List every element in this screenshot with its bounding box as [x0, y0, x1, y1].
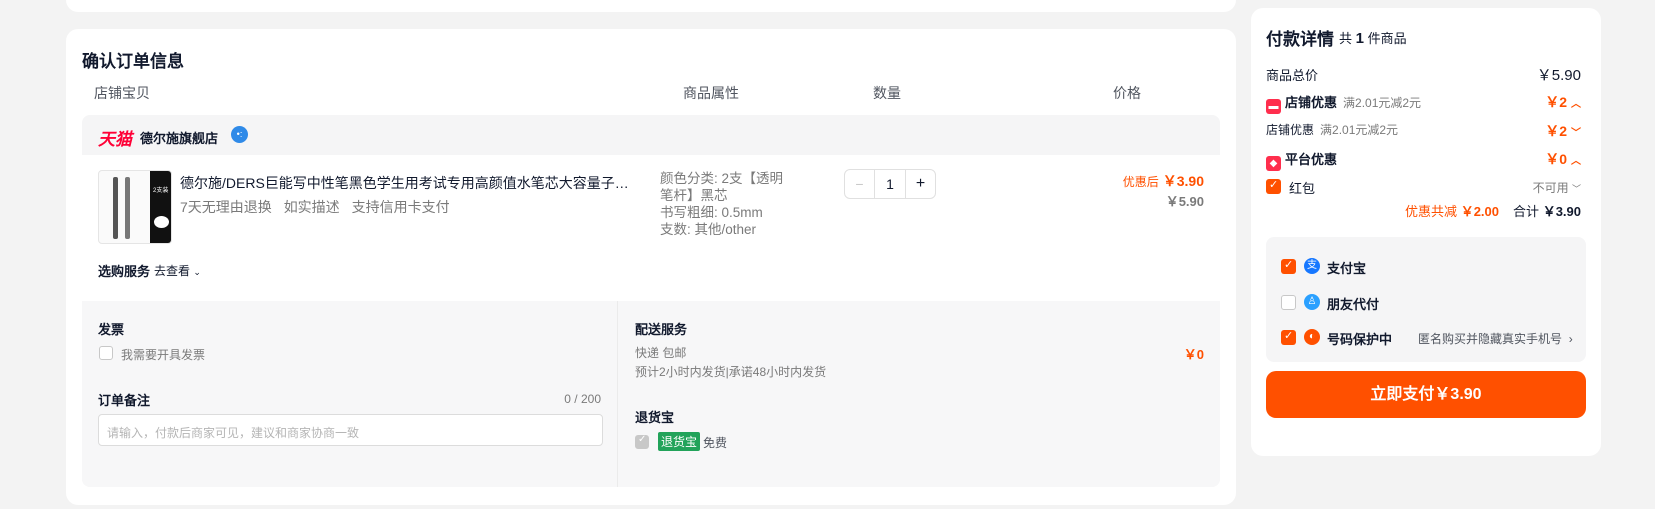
pay-now-button[interactable]: 立即支付￥3.90: [1266, 371, 1586, 418]
order-item-row: 2支装 德尔施/DERS巨能写中性笔黑色学生用考试专用高颜值水笔芯大容量子弹头……: [82, 155, 1220, 301]
delivery-panel: 配送服务 快递 包邮 预计2小时内发货|承诺48小时内发货 ￥0 退货宝 退货宝…: [619, 301, 1220, 487]
chevron-up-icon: ︿: [1571, 156, 1581, 167]
invoice-checkbox-label: 我需要开具发票: [121, 348, 206, 362]
column-header-qty: 数量: [873, 85, 901, 101]
total-label: 商品总价: [1266, 68, 1319, 83]
alipay-checkbox[interactable]: [1281, 258, 1296, 274]
red-packet-checkbox[interactable]: [1266, 178, 1281, 194]
shop-header: 天猫 德尔施旗舰店 •:: [82, 115, 1220, 155]
quantity-stepper: − 1 +: [844, 169, 936, 199]
column-header-item: 店铺宝贝: [94, 85, 150, 101]
product-title-link[interactable]: 德尔施/DERS巨能写中性笔黑色学生用考试专用高颜值水笔芯大容量子弹头…: [180, 173, 640, 193]
delivery-title: 配送服务: [635, 322, 688, 337]
friend-pay-checkbox[interactable]: [1281, 295, 1296, 310]
number-protect-note[interactable]: 匿名购买并隐藏真实手机号 ›: [1418, 330, 1573, 347]
previous-section-card: [66, 0, 1236, 12]
friend-pay-icon: ♙: [1304, 294, 1320, 310]
sum-summary: 合计 ￥3.90: [1513, 204, 1581, 219]
number-protect-checkbox[interactable]: [1281, 329, 1296, 345]
alipay-label: 支付宝: [1327, 261, 1367, 276]
platform-discount-row[interactable]: ◆ 平台优惠: [1266, 149, 1337, 171]
shop-discount-sub-value[interactable]: ￥2 ﹀: [1545, 121, 1581, 141]
payment-title: 付款详情: [1266, 30, 1334, 49]
chat-icon[interactable]: •:: [231, 126, 248, 143]
chevron-down-icon: ⌄: [193, 267, 201, 277]
invoice-title: 发票: [98, 322, 125, 337]
shop-discount-sub-row: 店铺优惠 满2.01元减2元: [1266, 123, 1399, 137]
tag: 支持信用卡支付: [351, 199, 450, 215]
product-service-tags: 7天无理由退换 如实描述 支持信用卡支付: [180, 197, 458, 217]
saved-summary: 优惠共减 ￥2.00: [1405, 204, 1499, 219]
tuihuobao-title: 退货宝: [635, 410, 675, 425]
platform-discount-value[interactable]: ￥0 ︿: [1545, 149, 1581, 169]
delivery-note: 预计2小时内发货|承诺48小时内发货: [635, 365, 827, 379]
number-protect-label: 号码保护中: [1327, 332, 1393, 347]
payment-details-card: 付款详情 共 1 件商品 商品总价 ￥5.90 ▬ 店铺优惠 满2.01元减2元 ￥…: [1251, 8, 1601, 456]
red-packet-label: 红包: [1289, 181, 1316, 196]
column-header-attrs: 商品属性: [683, 85, 739, 101]
delivery-price: ￥0: [1183, 347, 1204, 362]
tuihuobao-badge: 退货宝: [658, 432, 701, 451]
service-view-link[interactable]: 去查看 ⌄: [154, 262, 201, 279]
tag: 7天无理由退换: [180, 199, 272, 215]
tmall-logo: 天猫: [98, 130, 132, 149]
service-label: 选购服务: [98, 264, 151, 279]
shop-name-link[interactable]: 德尔施旗舰店: [140, 128, 218, 147]
order-confirm-card: 确认订单信息 店铺宝贝 商品属性 数量 价格 天猫 德尔施旗舰店 •: 2支装 …: [66, 29, 1236, 505]
friend-pay-label: 朋友代付: [1327, 297, 1380, 312]
quantity-value[interactable]: 1: [875, 170, 905, 198]
tuihuobao-checkbox: [635, 434, 649, 449]
memo-counter: 0 / 200: [564, 392, 601, 406]
attr-line: 书写粗细: 0.5mm: [660, 205, 763, 220]
memo-input[interactable]: 请输入，付款后商家可见，建议和商家协商一致: [98, 414, 603, 446]
chevron-up-icon: ︿: [1571, 99, 1581, 110]
price-after-value: ￥3.90: [1162, 173, 1204, 189]
tuihuobao-text: 免费: [703, 436, 728, 450]
invoice-checkbox[interactable]: [99, 346, 113, 360]
invoice-memo-panel: 发票 我需要开具发票 订单备注 0 / 200 请输入，付款后商家可见，建议和商…: [82, 301, 618, 487]
memo-title: 订单备注: [98, 393, 151, 408]
shop-discount-row[interactable]: ▬ 店铺优惠 满2.01元减2元: [1266, 92, 1421, 114]
quantity-increase-button[interactable]: +: [905, 170, 935, 198]
price-original: ￥5.90: [1165, 194, 1204, 209]
quantity-decrease-button[interactable]: −: [845, 170, 875, 198]
column-header-price: 价格: [1113, 85, 1141, 101]
shop-discount-value[interactable]: ￥2 ︿: [1545, 92, 1581, 112]
tag: 如实描述: [283, 199, 340, 215]
payment-methods: 支 支付宝 ♙ 朋友代付 ◐ 号码保护中 匿名购买并隐藏真实手机号 ›: [1266, 237, 1586, 362]
red-packet-status[interactable]: 不可用 ﹀: [1533, 179, 1581, 196]
attr-line: 笔杆】黑芯: [660, 188, 728, 203]
platform-coupon-icon: ◆: [1266, 156, 1281, 171]
shield-icon: ◐: [1304, 329, 1320, 345]
price-after-discount: 优惠后 ￥3.90: [1123, 171, 1204, 191]
product-thumbnail[interactable]: 2支装: [98, 170, 172, 244]
chevron-down-icon: ﹀: [1571, 128, 1581, 139]
delivery-method: 快递 包邮: [635, 346, 687, 360]
chevron-right-icon: ›: [1568, 332, 1573, 346]
shop-coupon-icon: ▬: [1266, 99, 1281, 114]
alipay-icon: 支: [1304, 258, 1320, 274]
price-after-label: 优惠后: [1122, 175, 1159, 189]
attr-line: 颜色分类: 2支【透明: [660, 171, 784, 186]
total-value: ￥5.90: [1536, 67, 1581, 84]
shop-order-box: 天猫 德尔施旗舰店 •: 2支装 德尔施/DERS巨能写中性笔黑色学生用考试专用…: [82, 115, 1220, 487]
page-title: 确认订单信息: [82, 52, 184, 71]
attr-line: 支数: 其他/other: [660, 222, 757, 237]
item-count: 共 1 件商品: [1339, 30, 1407, 47]
product-attributes: 颜色分类: 2支【透明 笔杆】黑芯 书写粗细: 0.5mm 支数: 其他/oth…: [660, 170, 795, 238]
